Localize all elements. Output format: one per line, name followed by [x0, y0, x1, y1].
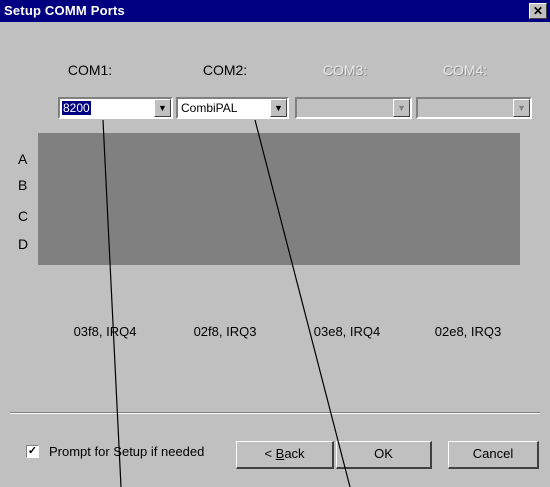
com1-label: COM1: [67, 62, 113, 78]
cancel-button[interactable]: Cancel [448, 441, 539, 469]
com3-select: ▼ [295, 97, 412, 119]
back-button[interactable]: < Back [236, 441, 334, 469]
chevron-down-icon[interactable]: ▼ [154, 99, 171, 117]
setup-comm-ports-dialog: Setup COMM Ports ✕ COM1: COM2: COM3: COM… [0, 0, 550, 487]
chevron-down-icon: ▼ [513, 99, 530, 117]
ok-label: OK [374, 446, 393, 461]
prompt-setup-label[interactable]: Prompt for Setup if needed [49, 444, 204, 459]
separator [10, 412, 540, 414]
row-label-b: B [18, 177, 28, 193]
com4-label: COM4: [442, 62, 488, 78]
com2-select[interactable]: CombiPAL ▼ [176, 97, 289, 119]
row-label-c: C [18, 208, 29, 224]
title-bar: Setup COMM Ports ✕ [0, 0, 550, 22]
com3-address: 03e8, IRQ4 [313, 324, 381, 339]
back-prefix: < [264, 446, 276, 461]
row-label-a: A [18, 151, 28, 167]
row-label-d: D [18, 236, 29, 252]
port-grid-area [38, 133, 520, 265]
com3-label: COM3: [322, 62, 368, 78]
close-icon: ✕ [532, 4, 544, 18]
checkmark-icon: ✓ [27, 445, 38, 457]
ok-button[interactable]: OK [336, 441, 432, 469]
chevron-down-icon: ▼ [393, 99, 410, 117]
com4-address: 02e8, IRQ3 [434, 324, 502, 339]
com2-label: COM2: [202, 62, 248, 78]
cancel-label: Cancel [472, 446, 514, 461]
com4-select: ▼ [416, 97, 532, 119]
com2-address: 02f8, IRQ3 [193, 324, 257, 339]
com1-address: 03f8, IRQ4 [73, 324, 137, 339]
com1-selected-value: 8200 [62, 101, 91, 115]
com2-selected-value: CombiPAL [181, 101, 238, 115]
close-button[interactable]: ✕ [529, 3, 547, 19]
prompt-setup-checkbox[interactable]: ✓ [26, 445, 39, 458]
back-rest: ack [284, 446, 305, 461]
chevron-down-icon[interactable]: ▼ [270, 99, 287, 117]
window-title: Setup COMM Ports [4, 3, 125, 18]
com1-select[interactable]: 8200 ▼ [58, 97, 173, 119]
